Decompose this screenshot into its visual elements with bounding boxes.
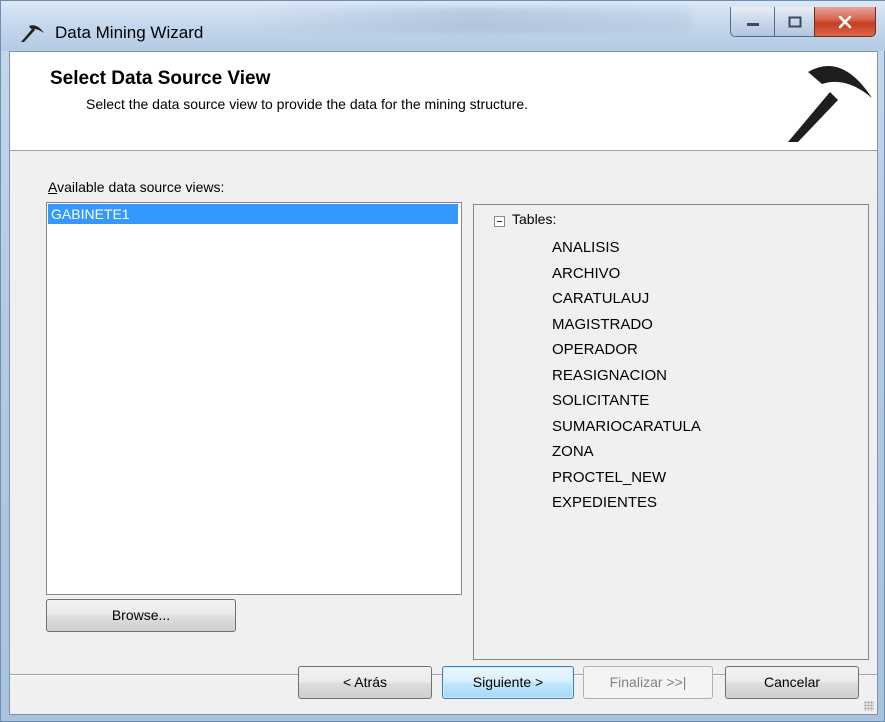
next-button[interactable]: Siguiente > bbox=[442, 666, 574, 699]
list-item[interactable]: GABINETE1 bbox=[48, 204, 458, 224]
cancel-button[interactable]: Cancelar bbox=[725, 666, 859, 699]
tree-item[interactable]: MAGISTRADO bbox=[552, 312, 701, 338]
tree-item[interactable]: CARATULAUJ bbox=[552, 286, 701, 312]
back-button[interactable]: < Atrás bbox=[298, 666, 432, 699]
maximize-button[interactable] bbox=[774, 7, 814, 37]
tree-item[interactable]: ARCHIVO bbox=[552, 261, 701, 287]
wizard-window: Data Mining Wizard Select Data Source Vi… bbox=[0, 0, 885, 722]
minimize-button[interactable] bbox=[730, 7, 774, 37]
window-title: Data Mining Wizard bbox=[55, 23, 204, 42]
tree-item[interactable]: REASIGNACION bbox=[552, 363, 701, 389]
page-subtitle: Select the data source view to provide t… bbox=[86, 96, 529, 112]
collapse-icon[interactable] bbox=[494, 216, 505, 227]
resize-grip[interactable] bbox=[864, 701, 874, 711]
tree-item[interactable]: PROCTEL_NEW bbox=[552, 465, 701, 491]
close-button[interactable] bbox=[814, 7, 876, 37]
pickaxe-icon bbox=[21, 25, 44, 42]
tables-list: ANALISIS ARCHIVO CARATULAUJ MAGISTRADO O… bbox=[552, 235, 701, 516]
tree-item[interactable]: SOLICITANTE bbox=[552, 388, 701, 414]
tree-item[interactable]: ZONA bbox=[552, 439, 701, 465]
tree-item[interactable]: SUMARIOCARATULA bbox=[552, 414, 701, 440]
browse-button[interactable]: Browse... bbox=[46, 599, 236, 632]
available-dsv-label-rest: vailable data source views: bbox=[57, 179, 225, 195]
tables-tree[interactable]: Tables: ANALISIS ARCHIVO CARATULAUJ MAGI… bbox=[473, 204, 869, 660]
pickaxe-icon bbox=[788, 65, 872, 142]
tree-item[interactable]: EXPEDIENTES bbox=[552, 490, 701, 516]
minimize-icon bbox=[746, 22, 759, 26]
page-title: Select Data Source View bbox=[50, 68, 271, 89]
wizard-header: Select Data Source View Select the data … bbox=[10, 52, 877, 151]
maximize-icon bbox=[788, 16, 801, 27]
wizard-client-area: Select Data Source View Select the data … bbox=[9, 51, 878, 715]
finish-button: Finalizar >>| bbox=[583, 666, 713, 699]
tree-item[interactable]: OPERADOR bbox=[552, 337, 701, 363]
tree-item[interactable]: ANALISIS bbox=[552, 235, 701, 261]
tree-root-tables[interactable]: Tables: bbox=[512, 211, 556, 227]
data-source-view-list[interactable]: GABINETE1 bbox=[46, 202, 462, 595]
background-window-titles bbox=[251, 7, 691, 33]
close-icon bbox=[838, 15, 852, 28]
available-dsv-label: Available data source views: bbox=[48, 179, 225, 195]
caption-buttons bbox=[730, 1, 876, 37]
title-bar[interactable]: Data Mining Wizard bbox=[1, 1, 885, 51]
